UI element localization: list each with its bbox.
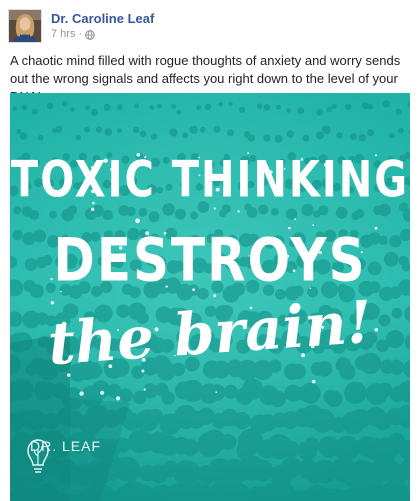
globe-icon[interactable]	[85, 29, 95, 40]
author-name-link[interactable]: Dr. Caroline Leaf	[51, 10, 154, 27]
separator-dot: ·	[78, 28, 83, 40]
author-avatar[interactable]	[8, 9, 42, 43]
post-meta: Dr. Caroline Leaf 7 hrs ·	[51, 10, 154, 42]
post-image[interactable]: Toxic Thinking Destroys the brain! DR. L…	[10, 93, 410, 501]
post-header: Dr. Caroline Leaf 7 hrs ·	[8, 6, 154, 46]
avatar-photo	[9, 10, 41, 42]
dr-leaf-logo: DR. LEAF	[26, 438, 101, 473]
headline-line-1: Toxic Thinking	[10, 151, 410, 209]
headline-line-2: Destroys	[53, 225, 367, 295]
lightbulb-icon	[27, 439, 49, 473]
facebook-post: Dr. Caroline Leaf 7 hrs · A chaotic mind…	[0, 0, 420, 501]
post-subline: 7 hrs ·	[51, 27, 154, 42]
post-timestamp[interactable]: 7 hrs	[51, 27, 75, 42]
